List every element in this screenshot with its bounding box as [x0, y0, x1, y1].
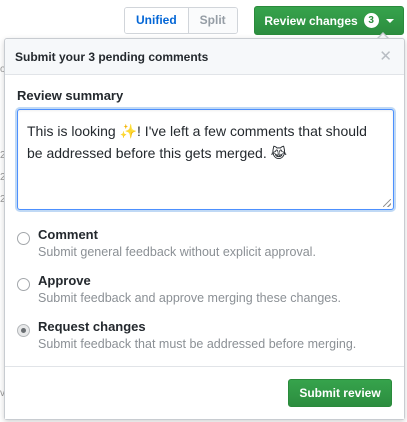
approve-option-title: Approve	[38, 273, 91, 288]
review-changes-label: Review changes	[264, 13, 358, 28]
comment-option-title: Comment	[38, 227, 98, 242]
approve-option-description: Submit feedback and approve merging thes…	[38, 291, 341, 305]
close-icon[interactable]: ✕	[379, 49, 392, 64]
split-view-button[interactable]: Split	[187, 8, 237, 33]
review-summary-text: This is looking ✨! I've left a few comme…	[27, 123, 367, 161]
request-changes-option-title: Request changes	[38, 319, 146, 334]
approve-option[interactable]: Approve Submit feedback and approve merg…	[17, 272, 397, 312]
comment-radio[interactable]	[17, 232, 30, 245]
page: o 2 2 2 v Unified Split Review changes 3…	[0, 0, 407, 422]
diff-view-toggle: Unified Split	[124, 7, 238, 34]
review-popover: Submit your 3 pending comments ✕ Review …	[4, 38, 405, 420]
review-summary-textarea[interactable]: This is looking ✨! I've left a few comme…	[17, 109, 394, 210]
comment-option-description: Submit general feedback without explicit…	[38, 245, 316, 259]
review-summary-label: Review summary	[17, 88, 124, 103]
resize-handle-icon[interactable]	[383, 199, 391, 207]
request-changes-option[interactable]: Request changes Submit feedback that mus…	[17, 318, 397, 358]
approve-radio[interactable]	[17, 278, 30, 291]
popover-title: Submit your 3 pending comments	[15, 49, 209, 64]
submit-review-button[interactable]: Submit review	[288, 379, 392, 407]
review-changes-button[interactable]: Review changes 3	[254, 6, 404, 35]
pending-count-badge: 3	[363, 13, 379, 28]
request-changes-option-description: Submit feedback that must be addressed b…	[38, 337, 357, 351]
request-changes-radio[interactable]	[17, 324, 30, 337]
comment-option[interactable]: Comment Submit general feedback without …	[17, 226, 397, 266]
chevron-down-icon	[385, 18, 394, 23]
popover-footer: Submit review	[5, 366, 404, 419]
unified-view-button[interactable]: Unified	[125, 8, 188, 33]
popover-header: Submit your 3 pending comments ✕	[5, 39, 404, 75]
